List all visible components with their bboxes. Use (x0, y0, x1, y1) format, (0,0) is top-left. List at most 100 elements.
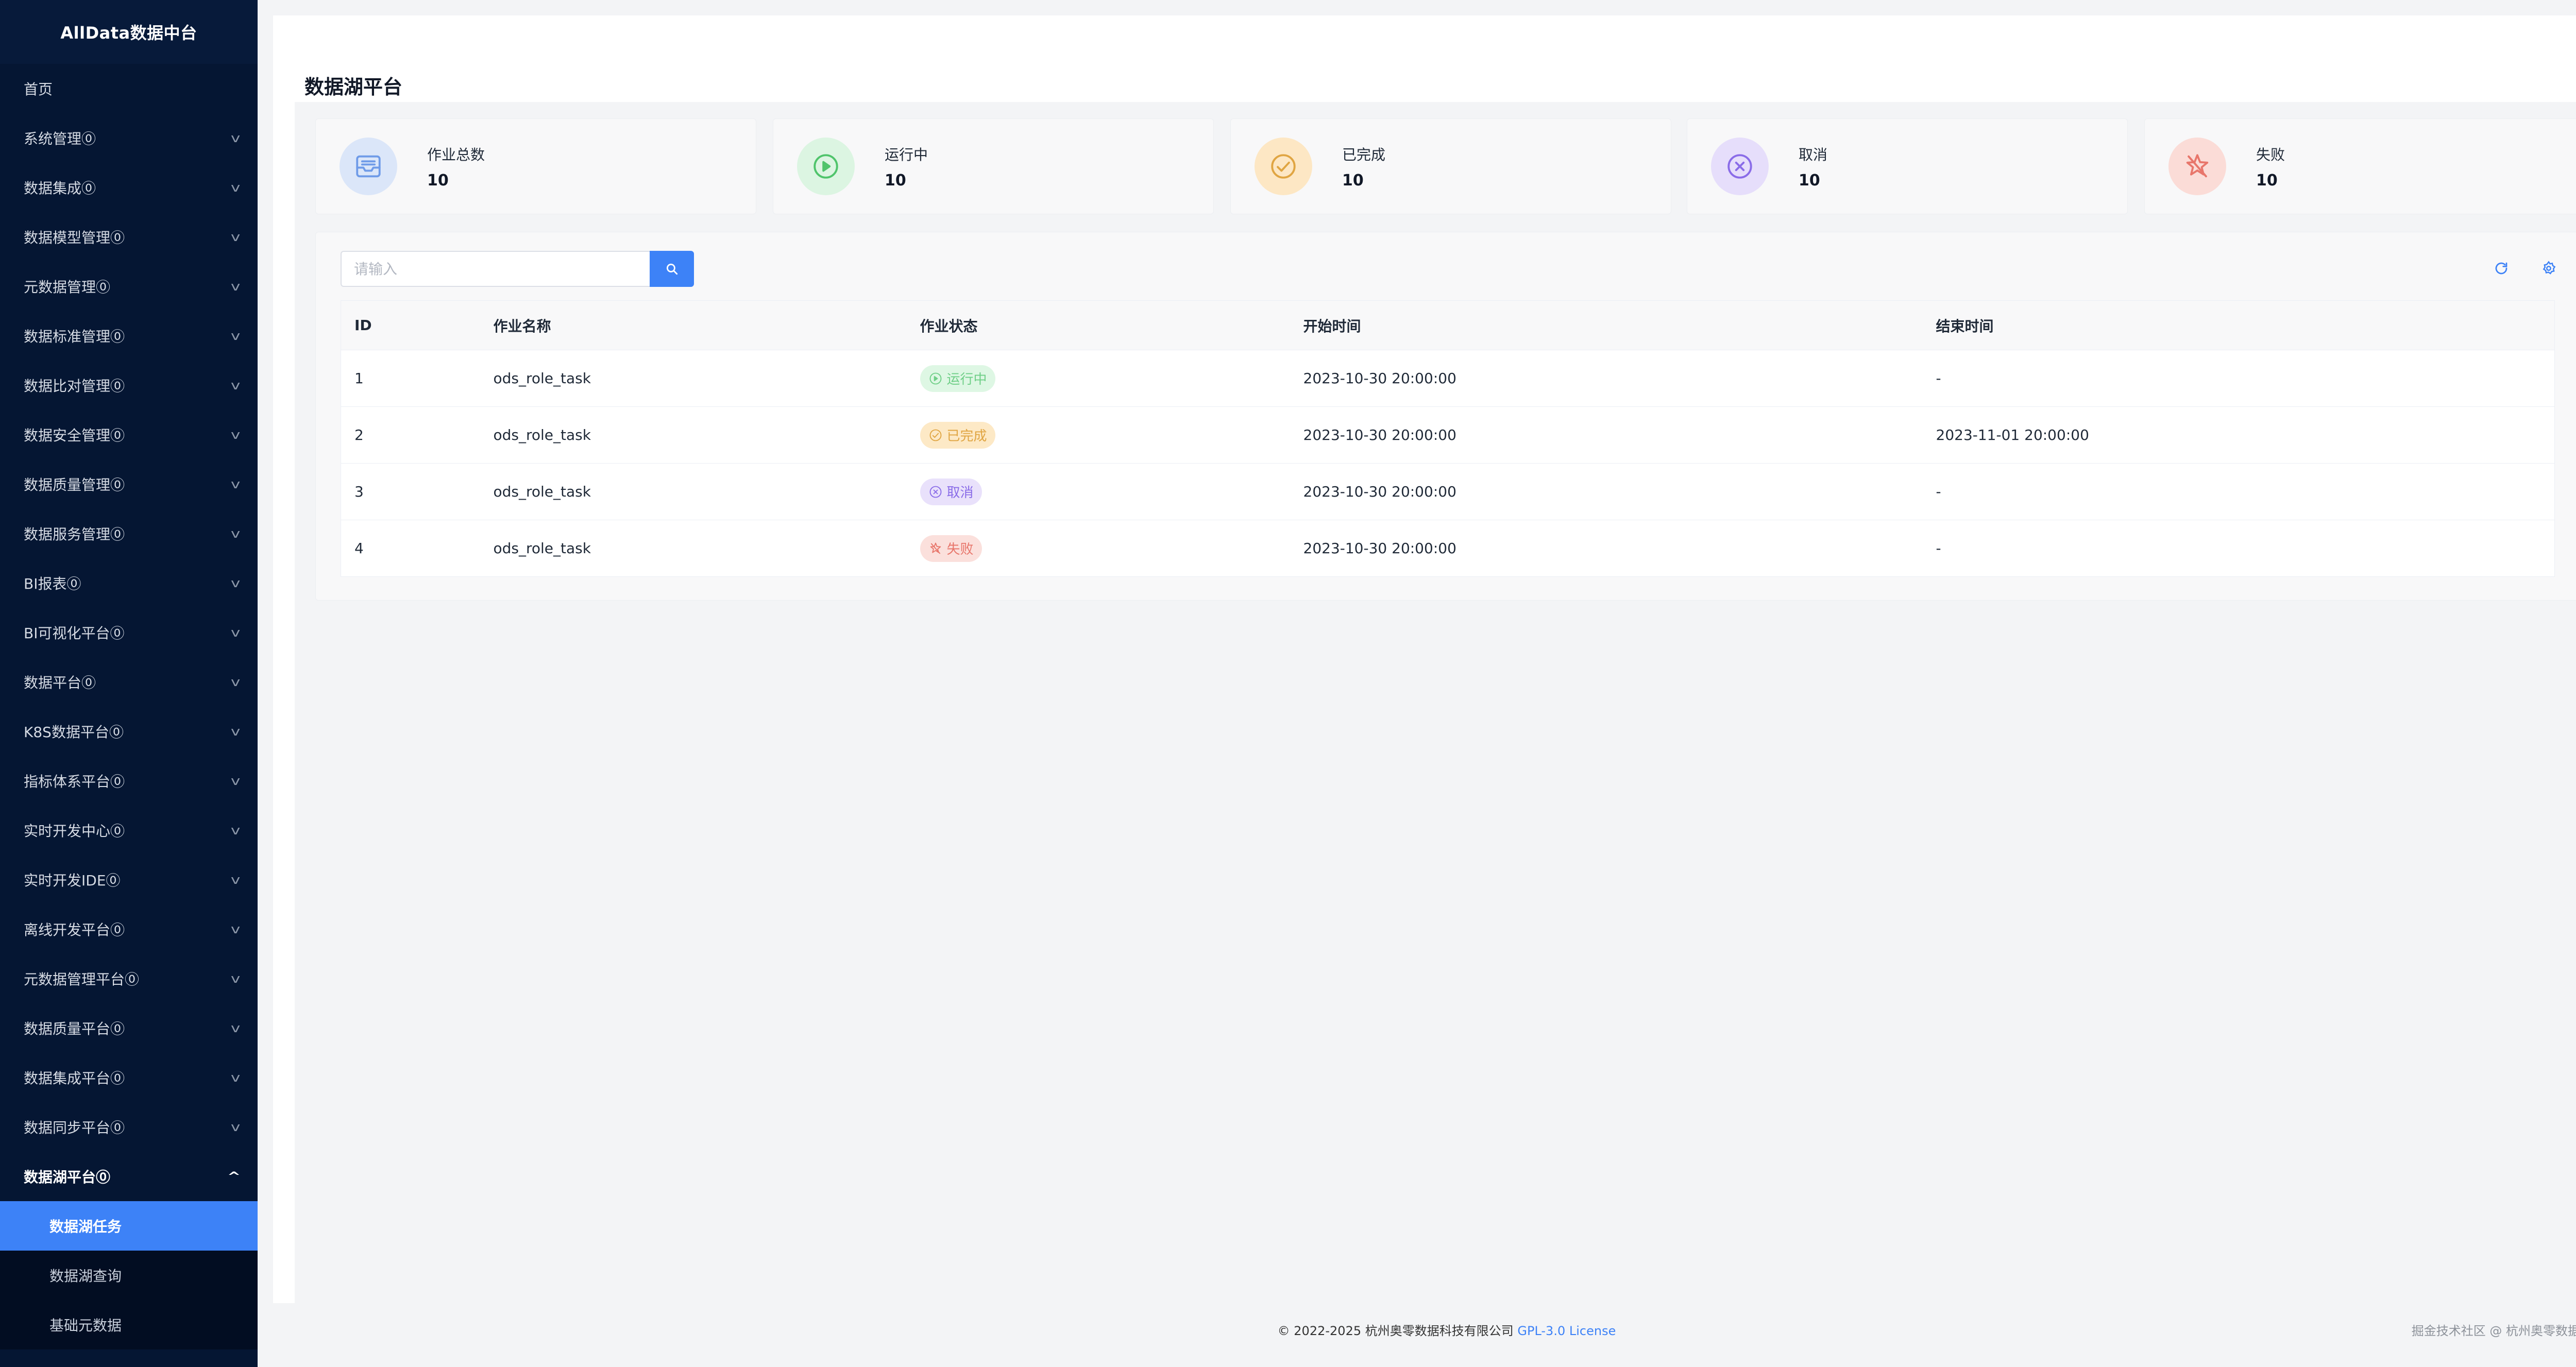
sidebar-item-label: 数据比对管理⓪ (24, 378, 125, 395)
chevron-down-icon: v (230, 675, 241, 689)
status-text: 已完成 (946, 429, 987, 444)
cell-status: 已完成 (906, 406, 1290, 464)
sidebar-item-12[interactable]: 数据平台⓪ v (0, 657, 258, 707)
sidebar-item-label: 数据集成⓪ (24, 180, 96, 197)
chevron-down-icon: v (230, 526, 241, 541)
chevron-down-icon: v (230, 131, 241, 145)
sidebar-item-label: 首页 (24, 81, 53, 98)
sidebar-item-0[interactable]: 首页 (0, 64, 258, 113)
sidebar-item-7[interactable]: 数据安全管理⓪ v (0, 410, 258, 459)
cell-status: 运行中 (906, 350, 1290, 407)
sidebar-item-20[interactable]: 数据集成平台⓪ v (0, 1053, 258, 1102)
sidebar-item-label: 实时开发中心⓪ (24, 823, 125, 840)
refresh-button[interactable] (2490, 257, 2513, 280)
sidebar-item-3[interactable]: 数据模型管理⓪ v (0, 212, 258, 262)
copyright-text: © 2022-2025 杭州奥零数据科技有限公司 (1277, 1324, 1514, 1338)
content-panel: 作业总数 10 运行中 10 已完成 10 取消 10 失败 10 请输入 ID… (295, 102, 2576, 1303)
sidebar-item-14[interactable]: 指标体系平台⓪ v (0, 756, 258, 806)
sidebar-item-datalake[interactable]: 数据湖平台⓪ ^ (0, 1152, 258, 1201)
cell-status: 取消 (906, 463, 1290, 520)
sidebar-subitem-0[interactable]: 数据湖任务 (0, 1201, 258, 1251)
sidebar-item-label: 数据标准管理⓪ (24, 328, 125, 345)
sidebar-item-5[interactable]: 数据标准管理⓪ v (0, 311, 258, 361)
brand-logo[interactable]: AllData数据中台 (0, 0, 258, 64)
status-badge: 已完成 (920, 421, 995, 449)
chevron-down-icon: v (230, 873, 241, 887)
chevron-down-icon: v (230, 329, 241, 343)
sidebar-item-label: 离线开发平台⓪ (24, 921, 125, 938)
sidebar-item-8[interactable]: 数据质量管理⓪ v (0, 459, 258, 509)
sidebar-menu: 首页 系统管理⓪ v 数据集成⓪ v 数据模型管理⓪ v 元数据管理⓪ v 数据标准管理⓪ v 数据比… (0, 64, 258, 1152)
search-icon (666, 263, 678, 275)
column-header-start-time[interactable]: 开始时间 (1290, 300, 1923, 350)
sidebar-item-16[interactable]: 实时开发IDE⓪ v (0, 855, 258, 904)
chevron-down-icon: v (230, 724, 241, 739)
sidebar-item-18[interactable]: 元数据管理平台⓪ v (0, 954, 258, 1003)
sidebar-item-4[interactable]: 元数据管理⓪ v (0, 262, 258, 311)
check-circle-icon (1255, 138, 1312, 195)
stat-text: 取消 10 (1799, 144, 1827, 190)
table-row[interactable]: 1 ods_role_task 运行中 2023-10-30 20:00:00- (341, 350, 2555, 407)
cell-id: 1 (341, 350, 480, 407)
stat-label: 取消 (1799, 146, 1828, 163)
table-row[interactable]: 4 ods_role_task 失败 2023-10-30 20:00:00- (341, 520, 2555, 577)
sidebar-item-13[interactable]: K8S数据平台⓪ v (0, 707, 258, 756)
table-row[interactable]: 3 ods_role_task 取消 2023-10-30 20:00:00- (341, 463, 2555, 520)
chevron-down-icon: v (230, 625, 241, 640)
sidebar-item-label: 数据质量平台⓪ (24, 1020, 125, 1037)
cell-end-time: - (1922, 463, 2555, 520)
chevron-down-icon: v (230, 477, 241, 491)
content-card: 数据湖平台 作业总数 10 运行中 10 已完成 10 取消 10 失败 10 (273, 15, 2576, 1303)
sidebar-subitem-1[interactable]: 数据湖查询 (0, 1251, 258, 1300)
cell-id: 4 (341, 520, 480, 577)
cell-name: ods_role_task (480, 406, 907, 464)
stat-card-2: 已完成 10 (1230, 118, 1671, 214)
cell-end-time: 2023-11-01 20:00:00 (1922, 406, 2555, 464)
sidebar-item-19[interactable]: 数据质量平台⓪ v (0, 1003, 258, 1053)
cell-end-time: - (1922, 350, 2555, 407)
search-button[interactable] (650, 251, 694, 287)
x-circle-icon (928, 485, 943, 499)
sidebar-item-11[interactable]: BI可视化平台⓪ v (0, 608, 258, 657)
sidebar-item-label: 数据模型管理⓪ (24, 229, 125, 246)
sidebar-item-label: 元数据管理平台⓪ (24, 971, 140, 988)
chevron-down-icon: v (230, 230, 241, 244)
sidebar-item-6[interactable]: 数据比对管理⓪ v (0, 361, 258, 410)
sidebar-item-17[interactable]: 离线开发平台⓪ v (0, 904, 258, 954)
stat-card-1: 运行中 10 (773, 118, 1214, 214)
column-header-end-time[interactable]: 结束时间 (1922, 300, 2555, 350)
sidebar-item-10[interactable]: BI报表⓪ v (0, 558, 258, 608)
stat-label: 运行中 (885, 146, 928, 163)
sidebar-item-21[interactable]: 数据同步平台⓪ v (0, 1102, 258, 1152)
sidebar-item-label: 实时开发IDE⓪ (24, 872, 121, 889)
sidebar-item-15[interactable]: 实时开发中心⓪ v (0, 806, 258, 855)
column-header-status[interactable]: 作业状态 (906, 300, 1290, 350)
page-title: 数据湖平台 (304, 76, 403, 98)
cell-id: 2 (341, 406, 480, 464)
sidebar-item-label: 指标体系平台⓪ (24, 773, 125, 790)
sidebar-item-label: 数据平台⓪ (24, 674, 96, 691)
column-header-name[interactable]: 作业名称 (480, 300, 907, 350)
sidebar-item-1[interactable]: 系统管理⓪ v (0, 113, 258, 163)
cell-start-time: 2023-10-30 20:00:00 (1290, 463, 1923, 520)
jobs-table: ID 作业名称 作业状态 开始时间 结束时间 1 ods_role_task 运行中… (341, 300, 2555, 577)
sidebar-item-label: 系统管理⓪ (24, 130, 96, 147)
chevron-down-icon: v (230, 1021, 241, 1035)
stat-label: 已完成 (1342, 146, 1386, 163)
play-circle-icon (928, 371, 943, 386)
play-circle-icon (797, 138, 855, 195)
sidebar-subitem-2[interactable]: 基础元数据 (0, 1300, 258, 1349)
chevron-down-icon: v (230, 774, 241, 788)
search-input[interactable] (341, 251, 650, 287)
column-header-id[interactable]: ID (341, 300, 480, 350)
chevron-down-icon: v (230, 971, 241, 986)
stat-text: 已完成 10 (1342, 144, 1385, 190)
status-badge: 失败 (920, 535, 982, 562)
sidebar-item-2[interactable]: 数据集成⓪ v (0, 163, 258, 212)
license-link[interactable]: GPL-3.0 License (1517, 1324, 1616, 1338)
sidebar-item-label: BI可视化平台⓪ (24, 625, 125, 642)
table-row[interactable]: 2 ods_role_task 已完成 2023-10-30 20:00:00 2023… (341, 406, 2555, 464)
cell-name: ods_role_task (480, 350, 907, 407)
sidebar-item-9[interactable]: 数据服务管理⓪ v (0, 509, 258, 558)
settings-button[interactable] (2537, 257, 2560, 280)
